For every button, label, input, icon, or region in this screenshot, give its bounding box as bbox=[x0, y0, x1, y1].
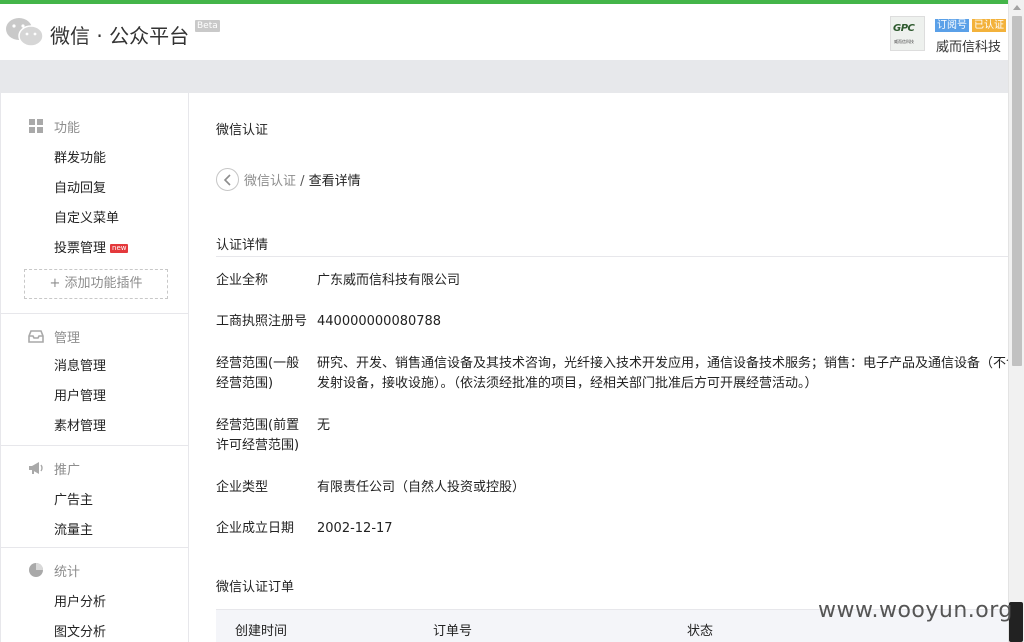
sidebar-item-article-analysis[interactable]: 图文分析 bbox=[54, 621, 106, 640]
field-value-licensed-scope: 无 bbox=[317, 416, 1008, 436]
field-label-company-type: 企业类型 bbox=[216, 480, 269, 495]
sidebar-group-title: 统计 bbox=[54, 565, 81, 580]
main-content: 微信认证 微信认证 / 查看详情 认证详情 企业全称 广东威而信科技有限公司 工… bbox=[190, 93, 1008, 642]
sidebar-item-label: 投票管理 bbox=[54, 241, 107, 256]
avatar-logo-subtext: 威而信科技 bbox=[894, 39, 915, 45]
sidebar-item-users[interactable]: 用户管理 bbox=[54, 385, 106, 404]
inbox-icon bbox=[28, 330, 44, 343]
column-header-created-time: 创建时间 bbox=[235, 624, 288, 639]
column-header-order-number: 订单号 bbox=[433, 624, 473, 639]
field-value-line: 研究、开发、销售通信设备及其技术咨询，光纤接入技术开发应用，通信设备技术服务；销… bbox=[317, 356, 1008, 371]
scroll-up-arrow-icon[interactable] bbox=[1013, 5, 1021, 10]
field-label-general-scope: 经营范围(一般经营范围) bbox=[216, 356, 300, 391]
field-value-line: 发射设备，接收设施）。（依法须经批准的项目，经相关部门批准后方可开展经营活动。） bbox=[317, 376, 818, 391]
field-label-licensed-scope: 经营范围(前置许可经营范围) bbox=[216, 418, 300, 453]
column-header-status: 状态 bbox=[687, 624, 714, 639]
section-divider bbox=[216, 256, 1008, 257]
megaphone-icon bbox=[29, 462, 43, 474]
field-value-founded-date: 2002-12-17 bbox=[317, 519, 1008, 539]
sidebar-item-publisher[interactable]: 流量主 bbox=[54, 519, 93, 538]
account-avatar[interactable]: GPC 威而信科技 bbox=[890, 16, 925, 51]
sidebar-group-head: 功能 bbox=[1, 115, 189, 136]
field-label-founded-date: 企业成立日期 bbox=[216, 521, 295, 536]
breadcrumb: 微信认证 / 查看详情 bbox=[244, 170, 361, 189]
field-value-line: 无 bbox=[317, 418, 331, 433]
field-value-company-type: 有限责任公司（自然人投资或控股） bbox=[317, 478, 1008, 498]
field-value-line: 440000000080788 bbox=[317, 314, 442, 329]
grid-icon bbox=[29, 119, 43, 133]
top-gray-bar bbox=[0, 60, 1008, 93]
platform-title[interactable]: 微信 · 公众平台 bbox=[50, 20, 189, 49]
field-value-line: 2002-12-17 bbox=[317, 521, 393, 536]
back-button[interactable] bbox=[216, 168, 239, 191]
wechat-logo-icon bbox=[6, 18, 44, 47]
sidebar-group-head: 管理 bbox=[1, 325, 189, 346]
breadcrumb-separator: / bbox=[296, 174, 309, 189]
add-plugin-button[interactable]: + 添加功能插件 bbox=[24, 269, 168, 299]
field-value-line: 广东威而信科技有限公司 bbox=[317, 273, 461, 288]
header: 微信 · 公众平台 Beta GPC 威而信科技 订阅号 已认证 威而信科技 bbox=[0, 4, 1008, 60]
orders-section-title: 微信认证订单 bbox=[216, 580, 295, 595]
sidebar-item-custom-menu[interactable]: 自定义菜单 bbox=[54, 207, 119, 226]
sidebar-item-vote-manage[interactable]: 投票管理 new bbox=[54, 237, 129, 256]
page-title: 微信认证 bbox=[216, 123, 269, 138]
account-name[interactable]: 威而信科技 bbox=[936, 36, 1001, 55]
sidebar-group-title: 功能 bbox=[54, 121, 81, 136]
sidebar-item-auto-reply[interactable]: 自动回复 bbox=[54, 177, 106, 196]
sidebar-divider bbox=[1, 445, 189, 446]
field-label-company-name: 企业全称 bbox=[216, 273, 269, 288]
sidebar-group-head: 推广 bbox=[1, 457, 189, 478]
field-value-company-name: 广东威而信科技有限公司 bbox=[317, 271, 1008, 291]
sidebar-divider bbox=[1, 313, 189, 314]
scroll-thumb[interactable] bbox=[1012, 16, 1022, 366]
subscription-tag: 订阅号 bbox=[935, 19, 969, 32]
sidebar-item-materials[interactable]: 素材管理 bbox=[54, 415, 106, 434]
vertical-scrollbar[interactable] bbox=[1008, 0, 1024, 642]
watermark-text: www.wooyun.org bbox=[818, 598, 1013, 623]
sidebar-item-messages[interactable]: 消息管理 bbox=[54, 355, 106, 374]
sidebar: 功能 群发功能 自动回复 自定义菜单 投票管理 new + 添加功能插件 管理 消… bbox=[0, 93, 189, 642]
sidebar-item-user-analysis[interactable]: 用户分析 bbox=[54, 591, 106, 610]
field-value-line: 有限责任公司（自然人投资或控股） bbox=[317, 480, 526, 495]
sidebar-item-advertiser[interactable]: 广告主 bbox=[54, 489, 93, 508]
breadcrumb-current: 查看详情 bbox=[308, 174, 361, 189]
new-badge: new bbox=[110, 244, 129, 253]
field-label-registration-number: 工商执照注册号 bbox=[216, 314, 308, 329]
breadcrumb-link-verify[interactable]: 微信认证 bbox=[244, 174, 296, 189]
sidebar-group-title: 推广 bbox=[54, 463, 81, 478]
sidebar-group-head: 统计 bbox=[1, 559, 189, 580]
details-section-title: 认证详情 bbox=[216, 238, 269, 253]
sidebar-group-title: 管理 bbox=[54, 331, 81, 346]
field-value-registration-number: 440000000080788 bbox=[317, 312, 1008, 332]
sidebar-item-mass-send[interactable]: 群发功能 bbox=[54, 147, 106, 166]
pie-chart-icon bbox=[29, 563, 43, 577]
avatar-logo-text: GPC bbox=[893, 23, 915, 34]
field-value-general-scope: 研究、开发、销售通信设备及其技术咨询，光纤接入技术开发应用，通信设备技术服务；销… bbox=[317, 354, 1008, 394]
verified-tag: 已认证 bbox=[972, 19, 1006, 32]
beta-badge: Beta bbox=[195, 20, 220, 32]
sidebar-divider bbox=[1, 547, 189, 548]
chevron-left-icon bbox=[223, 174, 231, 186]
